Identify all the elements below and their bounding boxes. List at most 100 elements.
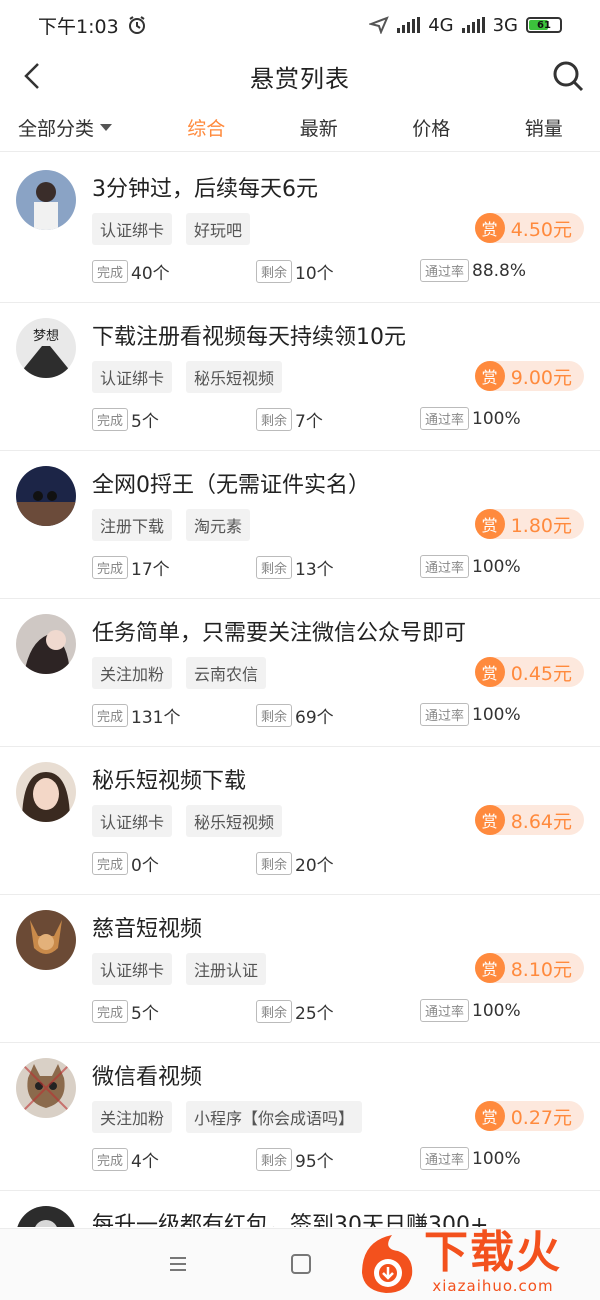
stat-left: 剩余 10个 (256, 259, 334, 284)
stat-value: 131个 (131, 708, 181, 728)
task-tag: 认证绑卡 (92, 805, 173, 837)
stat-value: 25个 (295, 1004, 334, 1024)
category-dropdown[interactable]: 全部分类 (0, 114, 150, 141)
page-title: 悬赏列表 (250, 64, 350, 93)
task-stats: 完成 4个 剩余 95个 通过率 100% (92, 1147, 582, 1173)
watermark-en: xiazaihuo.com (432, 1277, 554, 1295)
stat-value: 100% (472, 556, 521, 577)
back-arrow-icon[interactable] (16, 58, 52, 94)
stat-value: 13个 (295, 560, 334, 580)
task-tags: 注册下载 淘元素 (92, 509, 251, 541)
stat-label: 通过率 (420, 999, 470, 1022)
task-title: 秘乐短视频下载 (92, 769, 247, 794)
status-time: 下午1:03 (38, 15, 119, 38)
task-title: 下载注册看视频每天持续领10元 (92, 325, 406, 350)
status-left: 下午1:03 (38, 12, 147, 39)
menu-icon[interactable] (168, 1255, 188, 1273)
caret-down-icon (100, 124, 113, 131)
stat-value: 10个 (295, 264, 334, 284)
watermark-text: 下载火 xiazaihuo.com (424, 1229, 562, 1296)
task-item[interactable]: 慈音短视频 认证绑卡 注册认证 赏 8.10元 完成 5个 剩余 25个 通过率 10… (0, 895, 600, 1043)
stat-value: 0个 (131, 856, 159, 876)
task-tag: 关注加粉 (92, 1101, 173, 1133)
reward-badge: 赏 8.64元 (474, 805, 584, 835)
network-4g: 4G (428, 14, 454, 36)
category-label: 全部分类 (18, 118, 95, 140)
stat-value: 100% (472, 704, 521, 725)
tab-price[interactable]: 价格 (375, 114, 488, 141)
reward-amount: 0.27元 (510, 1106, 572, 1129)
stat-value: 17个 (131, 560, 170, 580)
reward-badge: 赏 1.80元 (474, 509, 584, 539)
battery-icon: 61 (526, 17, 562, 33)
task-item[interactable]: 每升一级都有红包，签到30天日赚300+ (0, 1191, 600, 1227)
stat-left: 剩余 13个 (256, 555, 334, 580)
reward-icon: 赏 (474, 1101, 505, 1131)
reward-amount: 9.00元 (510, 366, 572, 389)
stat-label: 完成 (92, 1000, 129, 1023)
task-stats: 完成 131个 剩余 69个 通过率 100% (92, 703, 582, 729)
home-icon[interactable] (291, 1254, 311, 1274)
stat-done: 完成 40个 (92, 259, 170, 284)
task-tag: 注册下载 (92, 509, 173, 541)
battery-level: 61 (537, 19, 551, 31)
task-item[interactable]: 3分钟过，后续每天6元 认证绑卡 好玩吧 赏 4.50元 完成 40个 剩余 10个… (0, 155, 600, 303)
stat-label: 完成 (92, 408, 129, 431)
task-tags: 关注加粉 云南农信 (92, 657, 267, 689)
stat-label: 剩余 (256, 852, 293, 875)
task-title: 任务简单，只需要关注微信公众号即可 (92, 621, 467, 646)
task-item[interactable]: 任务简单，只需要关注微信公众号即可 关注加粉 云南农信 赏 0.45元 完成 13… (0, 599, 600, 747)
task-title: 3分钟过，后续每天6元 (92, 177, 318, 202)
avatar (16, 614, 76, 674)
avatar (16, 762, 76, 822)
tab-comprehensive[interactable]: 综合 (150, 114, 263, 141)
task-item[interactable]: 全网0捋王（无需证件实名） 注册下载 淘元素 赏 1.80元 完成 17个 剩余 1… (0, 451, 600, 599)
reward-icon: 赏 (474, 805, 505, 835)
tab-sales[interactable]: 销量 (488, 114, 600, 141)
reward-amount: 1.80元 (510, 514, 572, 537)
avatar (16, 170, 76, 230)
task-item[interactable]: 微信看视频 关注加粉 小程序【你会成语吗】 赏 0.27元 完成 4个 剩余 95个… (0, 1043, 600, 1191)
stat-done: 完成 17个 (92, 555, 170, 580)
reward-badge: 赏 0.27元 (474, 1101, 584, 1131)
tab-latest[interactable]: 最新 (263, 114, 376, 141)
task-tags: 认证绑卡 好玩吧 (92, 213, 251, 245)
reward-icon: 赏 (474, 361, 505, 391)
stat-value: 40个 (131, 264, 170, 284)
stat-label: 完成 (92, 556, 129, 579)
task-stats: 完成 40个 剩余 10个 通过率 88.8% (92, 259, 582, 285)
network-3g: 3G (492, 14, 518, 36)
reward-badge: 赏 9.00元 (474, 361, 584, 391)
task-tag: 好玩吧 (186, 213, 251, 245)
stat-pass: 通过率 100% (420, 703, 521, 726)
stat-pass: 通过率 100% (420, 407, 521, 430)
stat-label: 剩余 (256, 260, 293, 283)
task-tag: 云南农信 (186, 657, 267, 689)
stat-label: 通过率 (420, 259, 470, 282)
search-icon[interactable] (550, 58, 586, 94)
avatar (16, 1206, 76, 1227)
stat-value: 20个 (295, 856, 334, 876)
avatar (16, 910, 76, 970)
reward-badge: 赏 4.50元 (474, 213, 584, 243)
task-tag: 认证绑卡 (92, 213, 173, 245)
task-tag: 淘元素 (186, 509, 251, 541)
header: 悬赏列表 (0, 50, 600, 102)
task-tags: 认证绑卡 秘乐短视频 (92, 361, 283, 393)
task-title: 微信看视频 (92, 1065, 203, 1090)
stat-value: 7个 (295, 412, 323, 432)
stat-done: 完成 4个 (92, 1147, 159, 1172)
stat-value: 5个 (131, 412, 159, 432)
task-tag: 秘乐短视频 (186, 805, 283, 837)
task-tag: 注册认证 (186, 953, 267, 985)
location-arrow-icon (369, 16, 390, 34)
stat-label: 完成 (92, 260, 129, 283)
stat-label: 通过率 (420, 407, 470, 430)
stat-label: 完成 (92, 852, 129, 875)
stat-label: 通过率 (420, 703, 470, 726)
alarm-icon (128, 16, 145, 34)
task-item[interactable]: 秘乐短视频下载 认证绑卡 秘乐短视频 赏 8.64元 完成 0个 剩余 20个 (0, 747, 600, 895)
stat-left: 剩余 20个 (256, 851, 334, 876)
task-item[interactable]: 梦想 下载注册看视频每天持续领10元 认证绑卡 秘乐短视频 赏 9.00元 完成… (0, 303, 600, 451)
stat-label: 通过率 (420, 555, 470, 578)
